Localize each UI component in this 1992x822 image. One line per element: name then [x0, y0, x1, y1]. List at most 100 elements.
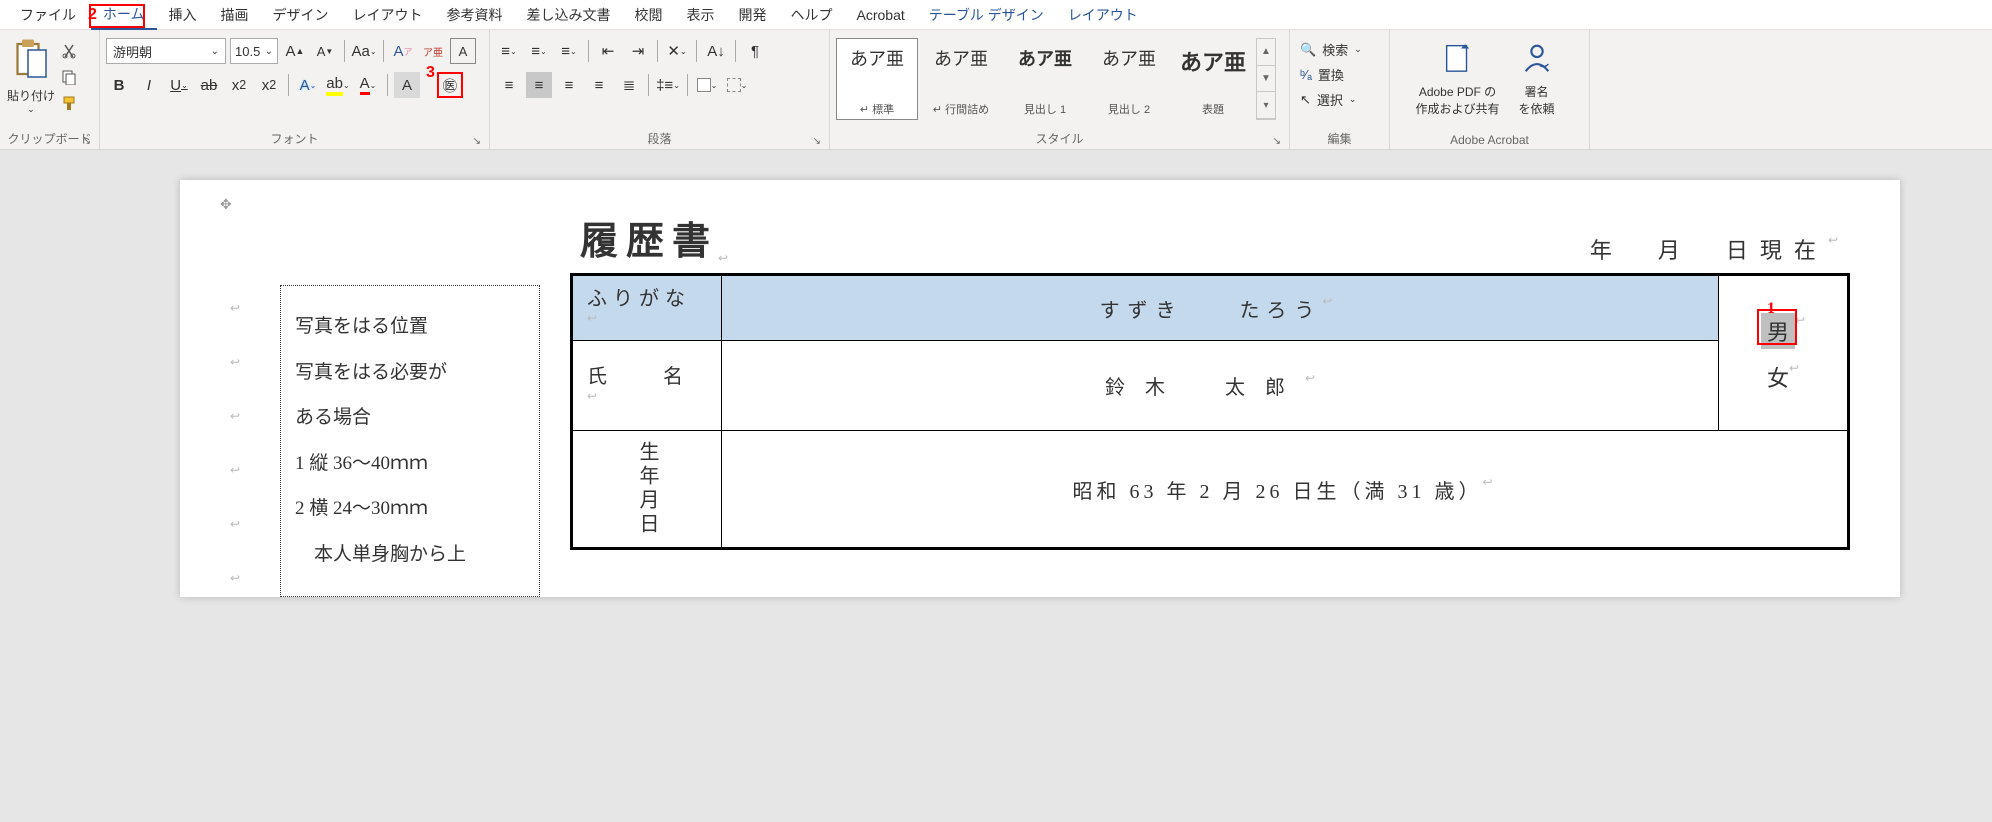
photo-placeholder[interactable]: 写真をはる位置 写真をはる必要が ある場合 1 縦 36～40ｍｍ 2 横 24…	[280, 285, 540, 597]
paste-label: 貼り付け	[6, 87, 56, 104]
decrease-indent-button[interactable]: ⇤	[595, 38, 621, 64]
cursor-icon: ↖	[1300, 92, 1311, 108]
tab-insert[interactable]: 挿入	[157, 1, 209, 29]
group-styles-label: スタイル↘	[836, 128, 1283, 149]
tab-file[interactable]: ファイル	[8, 1, 88, 29]
tab-review[interactable]: 校閲	[623, 1, 675, 29]
enclose-char-a-button[interactable]: A	[450, 38, 476, 64]
ribbon-body: 貼り付け ⌄ クリップボード↘ 游明朝⌄ 10.5⌄ A▲ A▼ Aa⌄ Aア	[0, 30, 1992, 150]
cut-icon[interactable]	[60, 42, 78, 60]
tab-acrobat[interactable]: Acrobat	[845, 3, 917, 27]
name-value[interactable]: 鈴木 太郎↩	[722, 341, 1719, 431]
page[interactable]: ✥ 履歴書 ↩ 年 月 日現在↩ ↩↩↩↩↩↩ 写真をはる位置 写真をはる必要が…	[180, 180, 1900, 597]
show-marks-button[interactable]: ¶	[742, 38, 768, 64]
group-editing-label: 編集	[1296, 128, 1383, 149]
group-acrobat-label: Adobe Acrobat	[1396, 131, 1583, 149]
document-area: ✥ 履歴書 ↩ 年 月 日現在↩ ↩↩↩↩↩↩ 写真をはる位置 写真をはる必要が…	[0, 150, 1992, 822]
tab-layout2[interactable]: レイアウト	[1056, 1, 1150, 29]
anchor-icon: ✥	[220, 196, 232, 213]
tab-design[interactable]: デザイン	[261, 1, 341, 29]
tab-dev[interactable]: 開発	[727, 1, 779, 29]
highlight-button[interactable]: ab⌄	[325, 72, 351, 98]
style-normal[interactable]: あア亜↵ 標準	[836, 38, 918, 120]
copy-icon[interactable]	[60, 68, 78, 86]
tab-mailings[interactable]: 差し込み文書	[515, 1, 623, 29]
distribute-button[interactable]: ≣	[616, 72, 642, 98]
shrink-font-button[interactable]: A▼	[312, 38, 338, 64]
italic-button[interactable]: I	[136, 72, 162, 98]
para-marks: ↩↩↩↩↩↩	[230, 273, 250, 585]
tab-table-design[interactable]: テーブル デザイン	[917, 1, 1056, 29]
style-heading1[interactable]: あア亜見出し 1	[1004, 38, 1086, 120]
clear-format-button[interactable]: ア亜	[420, 38, 446, 64]
justify-button[interactable]: ≡	[586, 72, 612, 98]
bold-button[interactable]: B	[106, 72, 132, 98]
grow-font-button[interactable]: A▲	[282, 38, 308, 64]
increase-indent-button[interactable]: ⇥	[625, 38, 651, 64]
search-icon: 🔍	[1300, 42, 1316, 58]
clipboard-launcher[interactable]: ↘	[83, 136, 91, 147]
style-no-spacing[interactable]: あア亜↵ 行間詰め	[920, 38, 1002, 120]
font-launcher[interactable]: ↘	[473, 136, 481, 147]
resume-table[interactable]: ふりがな↩ すずき たろう↩ 1 男 ↩ 女↩ 氏 名↩ 鈴木 太郎↩	[570, 273, 1850, 550]
gender-cell[interactable]: 1 男 ↩ 女↩	[1719, 275, 1849, 431]
shading-button[interactable]: ⌄	[694, 72, 720, 98]
birth-value[interactable]: 昭和 63 年 2 月 26 日生（満 31 歳）↩	[722, 431, 1849, 549]
multilevel-button[interactable]: ≡⌄	[556, 38, 582, 64]
paste-button[interactable]: 貼り付け ⌄	[6, 38, 56, 115]
font-name-select[interactable]: 游明朝⌄	[106, 38, 226, 64]
underline-button[interactable]: U⌄	[166, 72, 192, 98]
text-effects-button[interactable]: A⌄	[295, 72, 321, 98]
group-paragraph-label: 段落↘	[496, 128, 823, 149]
furigana-label[interactable]: ふりがな↩	[572, 275, 722, 341]
tab-layout[interactable]: レイアウト	[341, 1, 435, 29]
superscript-button[interactable]: x2	[256, 72, 282, 98]
group-font-label: フォント↘	[106, 128, 483, 149]
annot-2-box	[89, 4, 145, 28]
change-case-button[interactable]: Aa⌄	[351, 38, 377, 64]
borders-button[interactable]: ⌄	[724, 72, 750, 98]
ribbon-tabs: ファイル 2 ホーム 挿入 描画 デザイン レイアウト 参考資料 差し込み文書 …	[0, 0, 1992, 30]
align-center-button[interactable]: ≡	[526, 72, 552, 98]
find-button[interactable]: 🔍検索 ⌄	[1300, 40, 1379, 59]
gallery-scroll[interactable]: ▲▼▾	[1256, 38, 1276, 120]
align-right-button[interactable]: ≡	[556, 72, 582, 98]
gender-female[interactable]: 女↩	[1733, 361, 1833, 393]
strike-button[interactable]: ab	[196, 72, 222, 98]
annot-3-label: 3	[426, 64, 435, 82]
doc-title[interactable]: 履歴書	[580, 210, 718, 265]
styles-launcher[interactable]: ↘	[1273, 136, 1281, 147]
paragraph-launcher[interactable]: ↘	[813, 136, 821, 147]
font-color-button[interactable]: A⌄	[355, 72, 381, 98]
enclose-char-button[interactable]: ㊩	[437, 72, 463, 98]
char-shading-button[interactable]: A	[394, 72, 420, 98]
styles-gallery: あア亜↵ 標準 あア亜↵ 行間詰め あア亜見出し 1 あア亜見出し 2 あア亜表…	[836, 34, 1283, 120]
font-size-select[interactable]: 10.5⌄	[230, 38, 278, 64]
date-row[interactable]: 年 月 日現在↩	[1590, 233, 1850, 265]
create-pdf-button[interactable]: Adobe PDF の 作成および共有	[1413, 34, 1503, 117]
tab-help[interactable]: ヘルプ	[779, 1, 845, 29]
line-spacing-button[interactable]: ‡≡⌄	[655, 72, 681, 98]
sort-button[interactable]: A↓	[703, 38, 729, 64]
annot-1-box	[1757, 309, 1797, 345]
bullets-button[interactable]: ≡⌄	[496, 38, 522, 64]
phonetic-guide-button[interactable]: Aア	[390, 38, 416, 64]
subscript-button[interactable]: x2	[226, 72, 252, 98]
tab-reference[interactable]: 参考資料	[435, 1, 515, 29]
name-label[interactable]: 氏 名↩	[572, 341, 722, 431]
style-title[interactable]: あア亜表題	[1172, 38, 1254, 120]
birth-label[interactable]: 生年月日	[572, 431, 722, 549]
furigana-value[interactable]: すずき たろう↩	[722, 275, 1719, 341]
numbering-button[interactable]: ≡⌄	[526, 38, 552, 64]
replace-button[interactable]: ᵇ⁄ₐ置換	[1300, 65, 1379, 84]
align-left-button[interactable]: ≡	[496, 72, 522, 98]
request-sign-button[interactable]: 署名 を依頼	[1507, 34, 1567, 117]
asian-layout-button[interactable]: ✕⌄	[664, 38, 690, 64]
replace-icon: ᵇ⁄ₐ	[1300, 67, 1312, 82]
format-painter-icon[interactable]	[60, 94, 78, 112]
tab-draw[interactable]: 描画	[209, 1, 261, 29]
tab-view[interactable]: 表示	[675, 1, 727, 29]
group-clipboard-label: クリップボード↘	[6, 128, 93, 149]
select-button[interactable]: ↖選択 ⌄	[1300, 90, 1379, 109]
style-heading2[interactable]: あア亜見出し 2	[1088, 38, 1170, 120]
